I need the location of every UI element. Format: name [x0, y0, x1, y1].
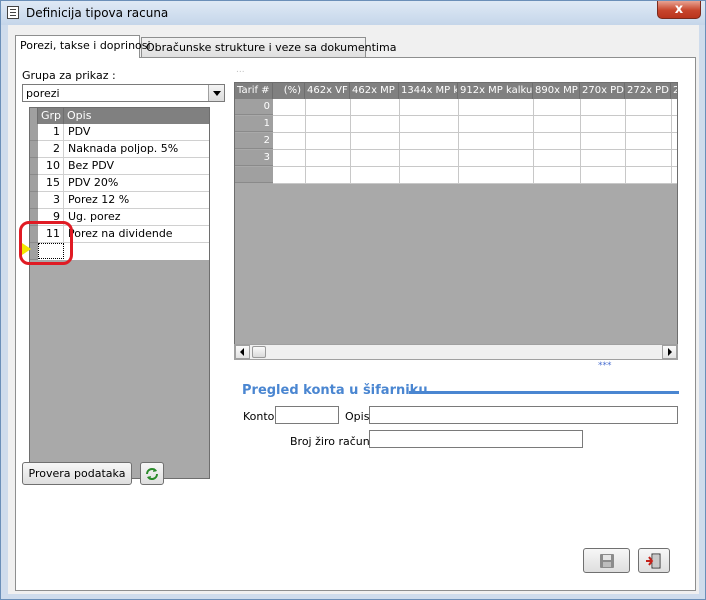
ziro-account-field[interactable] [369, 430, 583, 448]
column-header-opis[interactable]: Opis [64, 108, 209, 124]
table-row[interactable]: 2 Naknada poljop. 5% [38, 141, 209, 158]
grid-header: Grp Opis [30, 108, 209, 124]
grp-cell[interactable]: 15 [38, 175, 64, 191]
column-header-grp[interactable]: Grp [38, 108, 64, 124]
opis-cell[interactable]: PDV [68, 124, 90, 140]
table-row[interactable]: 1 PDV [38, 124, 209, 141]
new-row-header[interactable] [235, 167, 273, 183]
column-header[interactable]: 270x PD [580, 83, 625, 99]
konto-field[interactable] [275, 406, 339, 424]
row-selector[interactable] [30, 192, 38, 209]
highlight-annotation [19, 221, 73, 265]
grid-footer-marker: *** [598, 361, 612, 371]
column-header[interactable]: 912x MP kalkul [458, 83, 533, 99]
window-title: Definicija tipova racuna [26, 6, 169, 20]
grp-cell[interactable]: 1 [38, 124, 64, 140]
column-divider [458, 99, 459, 184]
column-divider [305, 99, 306, 184]
opis-cell[interactable]: Bez PDV [68, 158, 114, 174]
refresh-icon [146, 468, 158, 480]
exit-button[interactable] [638, 548, 670, 573]
opis-cell[interactable]: Porez 12 % [68, 192, 129, 208]
row-selector[interactable] [30, 124, 38, 141]
grid-body[interactable] [273, 99, 677, 184]
column-divider [625, 99, 626, 184]
opis-field[interactable] [369, 406, 678, 424]
ziro-account-label: Broj žiro računa [290, 435, 377, 448]
exit-icon [646, 553, 661, 569]
column-divider [350, 99, 351, 184]
tab-porezi[interactable]: Porezi, takse i doprinosi [15, 35, 151, 58]
table-row[interactable]: 3 Porez 12 % [38, 192, 209, 209]
column-header[interactable]: 2 [671, 83, 677, 99]
scroll-thumb[interactable] [252, 346, 266, 358]
save-button[interactable] [583, 548, 630, 573]
close-button[interactable]: x [657, 1, 701, 19]
arrow-left-icon [240, 348, 244, 356]
horizontal-scrollbar[interactable] [234, 344, 678, 360]
dropdown-arrow-icon[interactable] [208, 85, 224, 101]
row-selector[interactable] [30, 175, 38, 192]
row-divider [273, 183, 677, 184]
table-row[interactable]: 10 Bez PDV [38, 158, 209, 175]
row-divider [273, 149, 677, 150]
section-divider [409, 391, 679, 394]
grp-cell[interactable]: 10 [38, 158, 64, 174]
column-header[interactable]: 1344x MP k [399, 83, 458, 99]
column-header[interactable]: 272x PD [625, 83, 671, 99]
column-divider [399, 99, 400, 184]
row-number[interactable]: 2 [235, 133, 273, 149]
group-grid[interactable]: Grp Opis 1 PDV 2 Naknada poljop. 5% 10 B… [29, 107, 210, 479]
group-filter-value: porezi [26, 87, 60, 100]
arrow-right-icon [668, 348, 672, 356]
opis-cell[interactable]: PDV 20% [68, 175, 118, 191]
save-icon [599, 554, 614, 568]
tab-obracunske-strukture[interactable]: Obračunske strukture i veze sa dokumenti… [141, 37, 396, 57]
opis-cell[interactable]: Porez na dividende [68, 226, 173, 242]
grid-header: Tarif # (%) 462x VF 462x MP 1344x MP k 9… [235, 83, 677, 100]
check-data-button[interactable]: Provera podataka [22, 462, 132, 485]
column-header[interactable]: (%) [273, 83, 305, 99]
column-divider [533, 99, 534, 184]
table-row[interactable]: 15 PDV 20% [38, 175, 209, 192]
column-header[interactable]: 890x MP [533, 83, 580, 99]
row-number[interactable]: 1 [235, 116, 273, 132]
scroll-right-button[interactable] [662, 345, 677, 359]
tariff-grid[interactable]: Tarif # (%) 462x VF 462x MP 1344x MP k 9… [234, 82, 678, 360]
row-number[interactable]: 0 [235, 99, 273, 115]
group-filter-select[interactable]: porezi [22, 84, 225, 102]
client-area: Porezi, takse i doprinosi Obračunske str… [8, 25, 699, 594]
opis-cell[interactable]: Ug. porez [68, 209, 121, 225]
column-divider [671, 99, 672, 184]
row-selector[interactable] [30, 141, 38, 158]
grp-cell[interactable]: 2 [38, 141, 64, 157]
section-title: Pregled konta u šifarniku [242, 383, 428, 398]
grid-caption: ... [236, 65, 245, 75]
column-header[interactable]: 462x VF [305, 83, 350, 99]
app-icon [7, 6, 19, 19]
row-number[interactable]: 3 [235, 150, 273, 166]
column-header[interactable]: Tarif # [235, 83, 273, 99]
grp-cell[interactable]: 3 [38, 192, 64, 208]
main-window: Definicija tipova racuna x Porezi, takse… [0, 0, 706, 600]
scroll-left-button[interactable] [235, 345, 250, 359]
refresh-button[interactable] [140, 462, 164, 485]
row-divider [273, 115, 677, 116]
column-divider [580, 99, 581, 184]
column-header[interactable]: 462x MP [350, 83, 399, 99]
row-header-corner [30, 108, 38, 124]
title-bar: Definicija tipova racuna x [1, 1, 705, 25]
opis-cell[interactable]: Naknada poljop. 5% [68, 141, 178, 157]
row-divider [273, 132, 677, 133]
row-selector[interactable] [30, 158, 38, 175]
konto-label: Konto [243, 410, 275, 423]
row-divider [273, 166, 677, 167]
opis-label: Opis [345, 410, 370, 423]
group-filter-label: Grupa za prikaz : [22, 69, 116, 82]
